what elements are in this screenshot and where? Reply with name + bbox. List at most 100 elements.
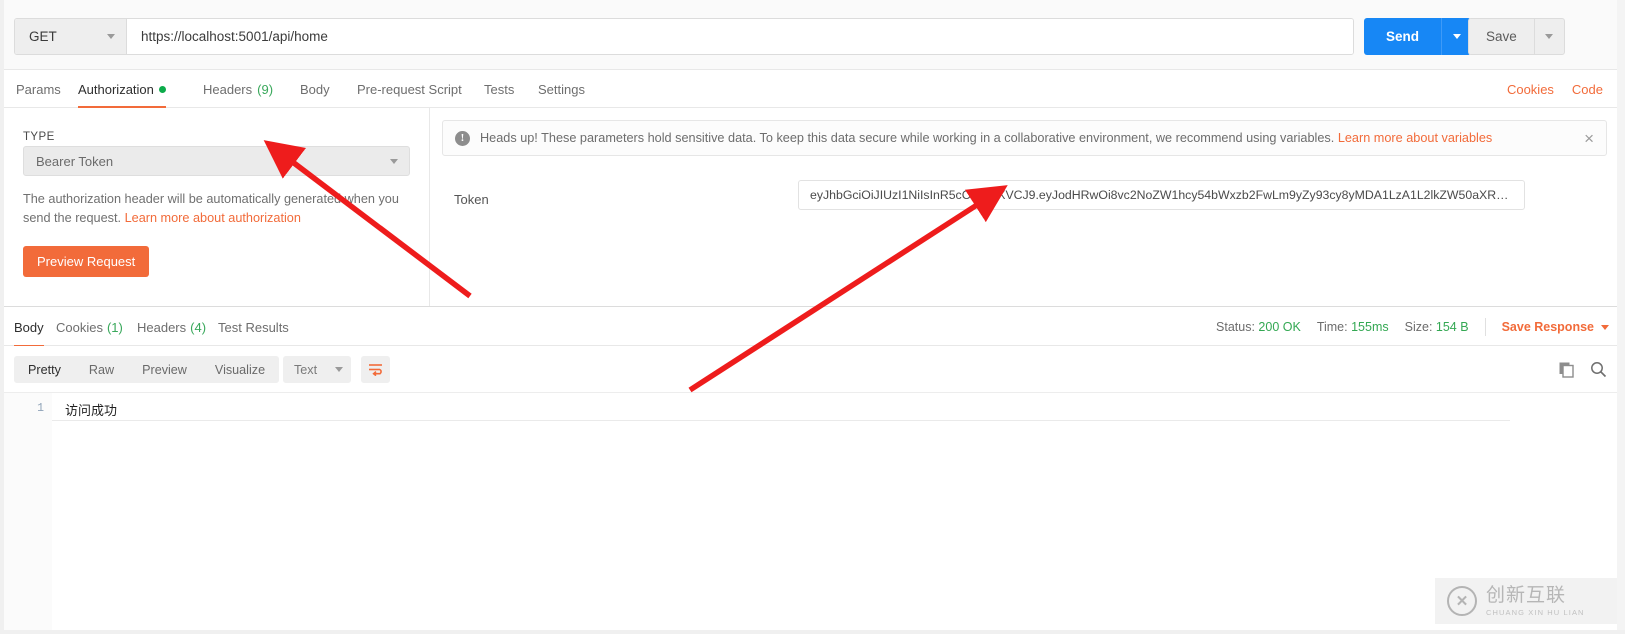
type-label: TYPE	[23, 131, 55, 143]
code-link[interactable]: Code	[1572, 82, 1603, 97]
chevron-down-icon	[390, 158, 398, 164]
send-button-group: Send	[1364, 18, 1472, 55]
tab-label: Cookies	[56, 319, 103, 335]
auth-type-value: Bearer Token	[36, 153, 114, 169]
watermark-text: 创新互联 CHUANG XIN HU LIAN	[1486, 585, 1585, 617]
close-icon[interactable]: ×	[1574, 130, 1594, 147]
tab-label: Pre-request Script	[357, 81, 462, 97]
auth-type-select[interactable]: Bearer Token	[23, 146, 410, 176]
sensitive-data-notice: ! Heads up! These parameters hold sensit…	[442, 120, 1607, 156]
tab-label: Params	[16, 81, 61, 97]
tab-label: Tests	[484, 81, 515, 97]
tab-label: Authorization	[78, 81, 154, 97]
notice-link[interactable]: Learn more about variables	[1338, 131, 1492, 145]
chevron-down-icon	[335, 367, 343, 372]
response-tab-body[interactable]: Body	[14, 307, 44, 347]
response-status-area: Status: 200 OK Time: 155ms Size: 154 B S…	[1216, 307, 1609, 347]
save-response-button[interactable]: Save Response	[1502, 320, 1609, 334]
response-body-text: 访问成功	[65, 404, 118, 419]
tab-badge: (4)	[190, 319, 207, 335]
chevron-down-icon	[1452, 34, 1461, 39]
response-tab-headers[interactable]: Headers (4)	[137, 307, 206, 347]
auth-type-pane: TYPE Bearer Token The authorization head…	[0, 108, 430, 306]
http-method-select[interactable]: GET	[15, 19, 127, 54]
watermark: 创新互联 CHUANG XIN HU LIAN	[1435, 578, 1617, 624]
save-button-group: Save	[1468, 18, 1565, 55]
time-label: Time:	[1316, 320, 1348, 334]
tab-authorization[interactable]: Authorization	[78, 70, 166, 108]
tab-label: Body	[14, 319, 44, 335]
response-body-viewer: 1 访问成功	[0, 392, 1625, 630]
line-number-gutter	[0, 393, 52, 630]
request-tabs: Params Authorization Headers (9) Body Pr…	[0, 70, 1625, 108]
search-button[interactable]	[1590, 361, 1607, 378]
token-input[interactable]	[798, 180, 1525, 210]
tab-badge: (1)	[106, 319, 123, 335]
copy-button[interactable]	[1558, 361, 1575, 378]
time-group: Time: 155ms	[1317, 320, 1389, 334]
preview-request-button[interactable]: Preview Request	[23, 246, 150, 277]
request-url-bar: GET Send Save	[0, 0, 1625, 70]
chevron-down-icon	[1545, 34, 1554, 39]
response-tabs-bar: Body Cookies (1) Headers (4) Test Result…	[0, 306, 1625, 347]
chevron-down-icon	[1601, 324, 1609, 330]
unsaved-dot-icon	[158, 85, 166, 93]
response-format-value: Text	[294, 362, 318, 377]
authorization-panel: TYPE Bearer Token The authorization head…	[0, 108, 1625, 306]
divider	[1484, 318, 1486, 336]
wrap-lines-button[interactable]	[361, 356, 390, 383]
wrap-lines-icon	[369, 364, 382, 376]
response-tab-cookies[interactable]: Cookies (1)	[56, 307, 123, 347]
size-label: Size:	[1404, 320, 1433, 334]
view-visualize[interactable]: Visualize	[201, 356, 279, 383]
size-value: 154 B	[1435, 320, 1469, 334]
line-divider	[52, 420, 1510, 421]
cookies-link[interactable]: Cookies	[1507, 82, 1554, 97]
size-group: Size: 154 B	[1405, 320, 1469, 334]
response-body-toolbar: Pretty Raw Preview Visualize Text	[0, 346, 1625, 392]
send-button[interactable]: Send	[1364, 18, 1442, 55]
response-tab-test-results[interactable]: Test Results	[218, 307, 289, 347]
auth-config-pane: ! Heads up! These parameters hold sensit…	[430, 108, 1625, 306]
status-group: Status: 200 OK	[1216, 320, 1301, 334]
notice-text: Heads up! These parameters hold sensitiv…	[480, 131, 1492, 145]
request-url-input[interactable]	[127, 19, 1353, 54]
window-bottom-edge	[0, 630, 1625, 634]
view-raw[interactable]: Raw	[75, 356, 128, 383]
view-pretty[interactable]: Pretty	[14, 356, 75, 383]
watermark-logo-icon	[1447, 586, 1477, 616]
http-method-label: GET	[29, 29, 57, 44]
token-label: Token	[454, 192, 489, 207]
save-options-button[interactable]	[1533, 19, 1564, 54]
tab-label: Test Results	[218, 319, 289, 335]
chevron-down-icon	[107, 34, 115, 39]
save-button[interactable]: Save	[1469, 19, 1534, 54]
send-options-button[interactable]	[1441, 18, 1472, 55]
view-mode-group: Pretty Raw Preview Visualize	[14, 356, 280, 383]
watermark-en: CHUANG XIN HU LIAN	[1486, 607, 1585, 617]
tab-settings[interactable]: Settings	[538, 70, 585, 108]
method-url-group: GET	[14, 18, 1354, 55]
time-value: 155ms	[1351, 320, 1389, 334]
tab-body[interactable]: Body	[300, 70, 330, 108]
search-icon	[1591, 362, 1607, 378]
window-left-edge	[0, 0, 4, 634]
tab-tests[interactable]: Tests	[484, 70, 514, 108]
tab-params[interactable]: Params	[16, 70, 61, 108]
status-value: 200 OK	[1258, 320, 1301, 334]
tab-label: Settings	[538, 81, 585, 97]
response-format-select[interactable]: Text	[283, 356, 351, 383]
copy-icon	[1559, 362, 1574, 378]
window-right-edge	[1617, 0, 1625, 634]
tab-label: Headers	[203, 81, 253, 97]
tab-headers[interactable]: Headers (9)	[203, 70, 273, 108]
tab-pre-request-script[interactable]: Pre-request Script	[357, 70, 462, 108]
tab-label: Body	[300, 81, 330, 97]
view-preview[interactable]: Preview	[128, 356, 201, 383]
save-response-label: Save Response	[1501, 320, 1594, 334]
notice-sentence: Heads up! These parameters hold sensitiv…	[480, 131, 1338, 145]
auth-help-link[interactable]: Learn more about authorization	[125, 211, 301, 225]
status-label: Status:	[1216, 320, 1255, 334]
tab-label: Headers	[137, 319, 187, 335]
line-number: 1	[37, 402, 44, 415]
